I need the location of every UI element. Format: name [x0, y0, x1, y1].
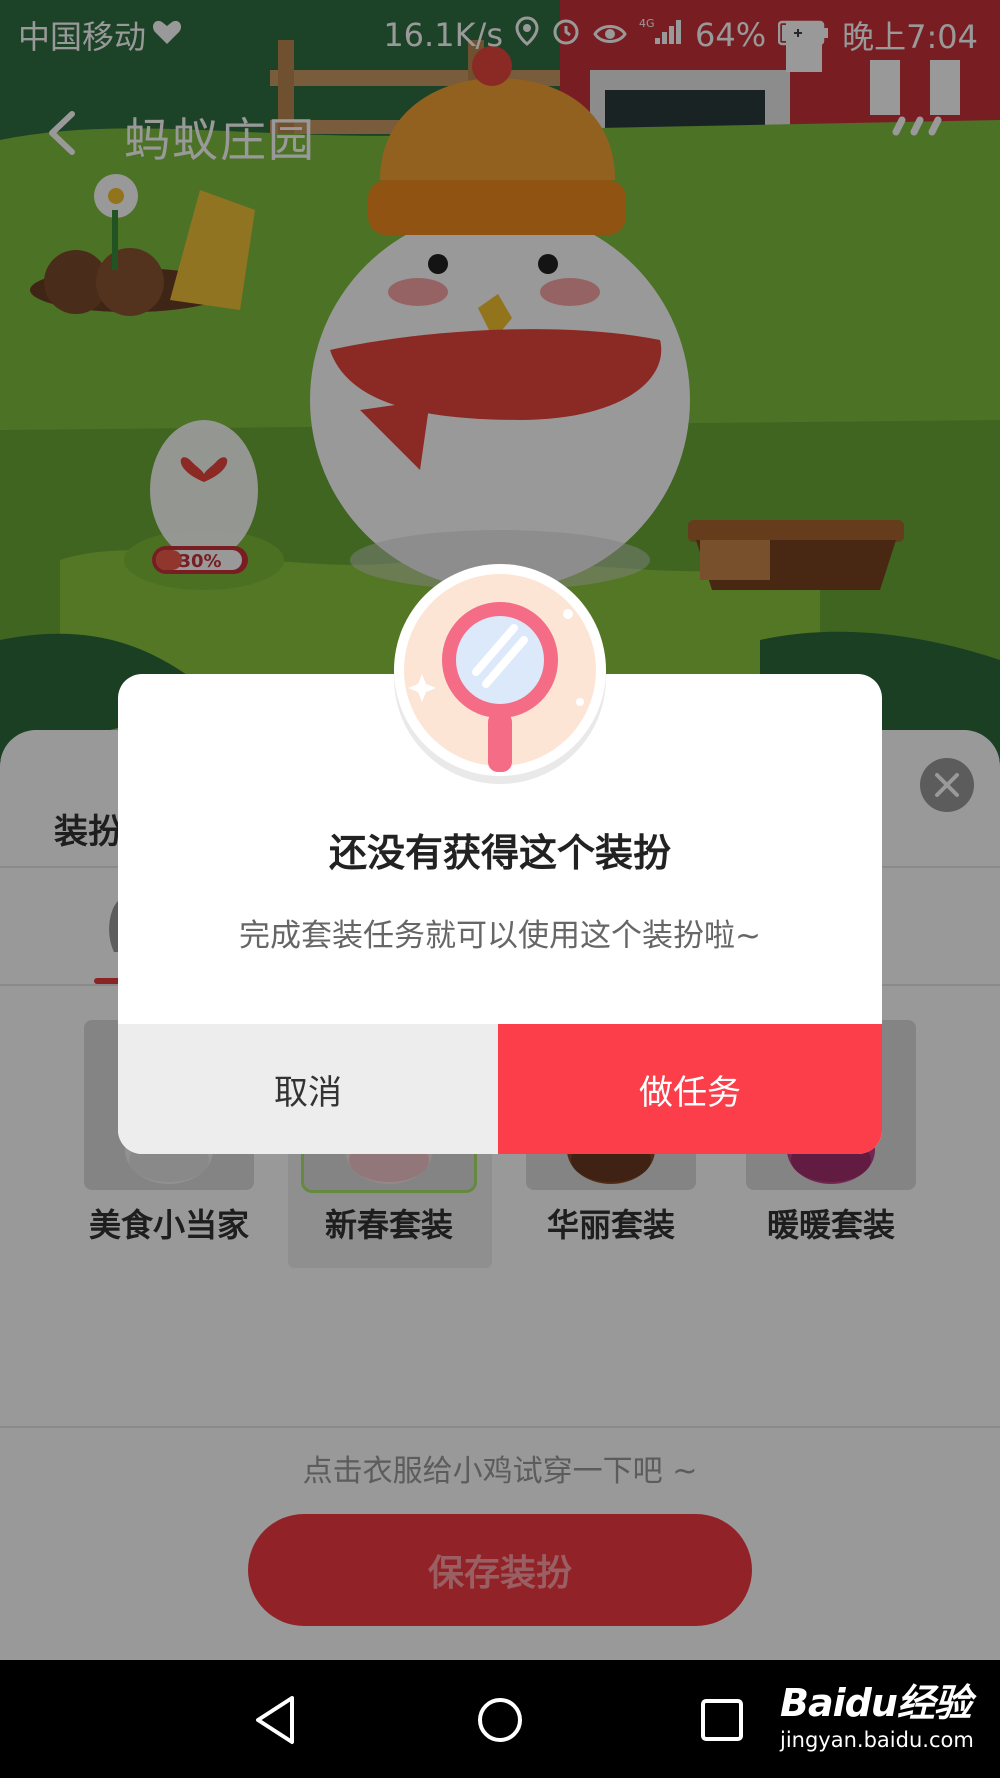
mirror-badge — [390, 562, 610, 784]
watermark-logo: Baidu经验 — [780, 1681, 972, 1725]
dialog-title: 还没有获得这个装扮 — [328, 831, 671, 875]
dialog-message: 完成套装任务就可以使用这个装扮啦~ — [239, 918, 761, 954]
cancel-button[interactable]: 取消 — [118, 1024, 498, 1154]
screen: 30% 中国移动 16.1K/s 4G 64% 晚上7:04 蚂蚁庄园 装扮 美… — [0, 0, 1000, 1778]
do-task-button[interactable]: 做任务 — [498, 1024, 882, 1154]
hand-mirror-icon — [394, 564, 606, 784]
recents-square-icon[interactable] — [700, 1698, 744, 1742]
home-circle-icon[interactable] — [476, 1696, 524, 1744]
outfit-locked-dialog: 还没有获得这个装扮 完成套装任务就可以使用这个装扮啦~ 取消 做任务 — [118, 564, 882, 1154]
baidu-watermark: Baidu经验 jingyan.baidu.com — [780, 1672, 980, 1768]
back-triangle-icon[interactable] — [252, 1694, 298, 1746]
watermark-url: jingyan.baidu.com — [780, 1728, 974, 1752]
dialog-actions: 取消 做任务 — [118, 1024, 882, 1154]
